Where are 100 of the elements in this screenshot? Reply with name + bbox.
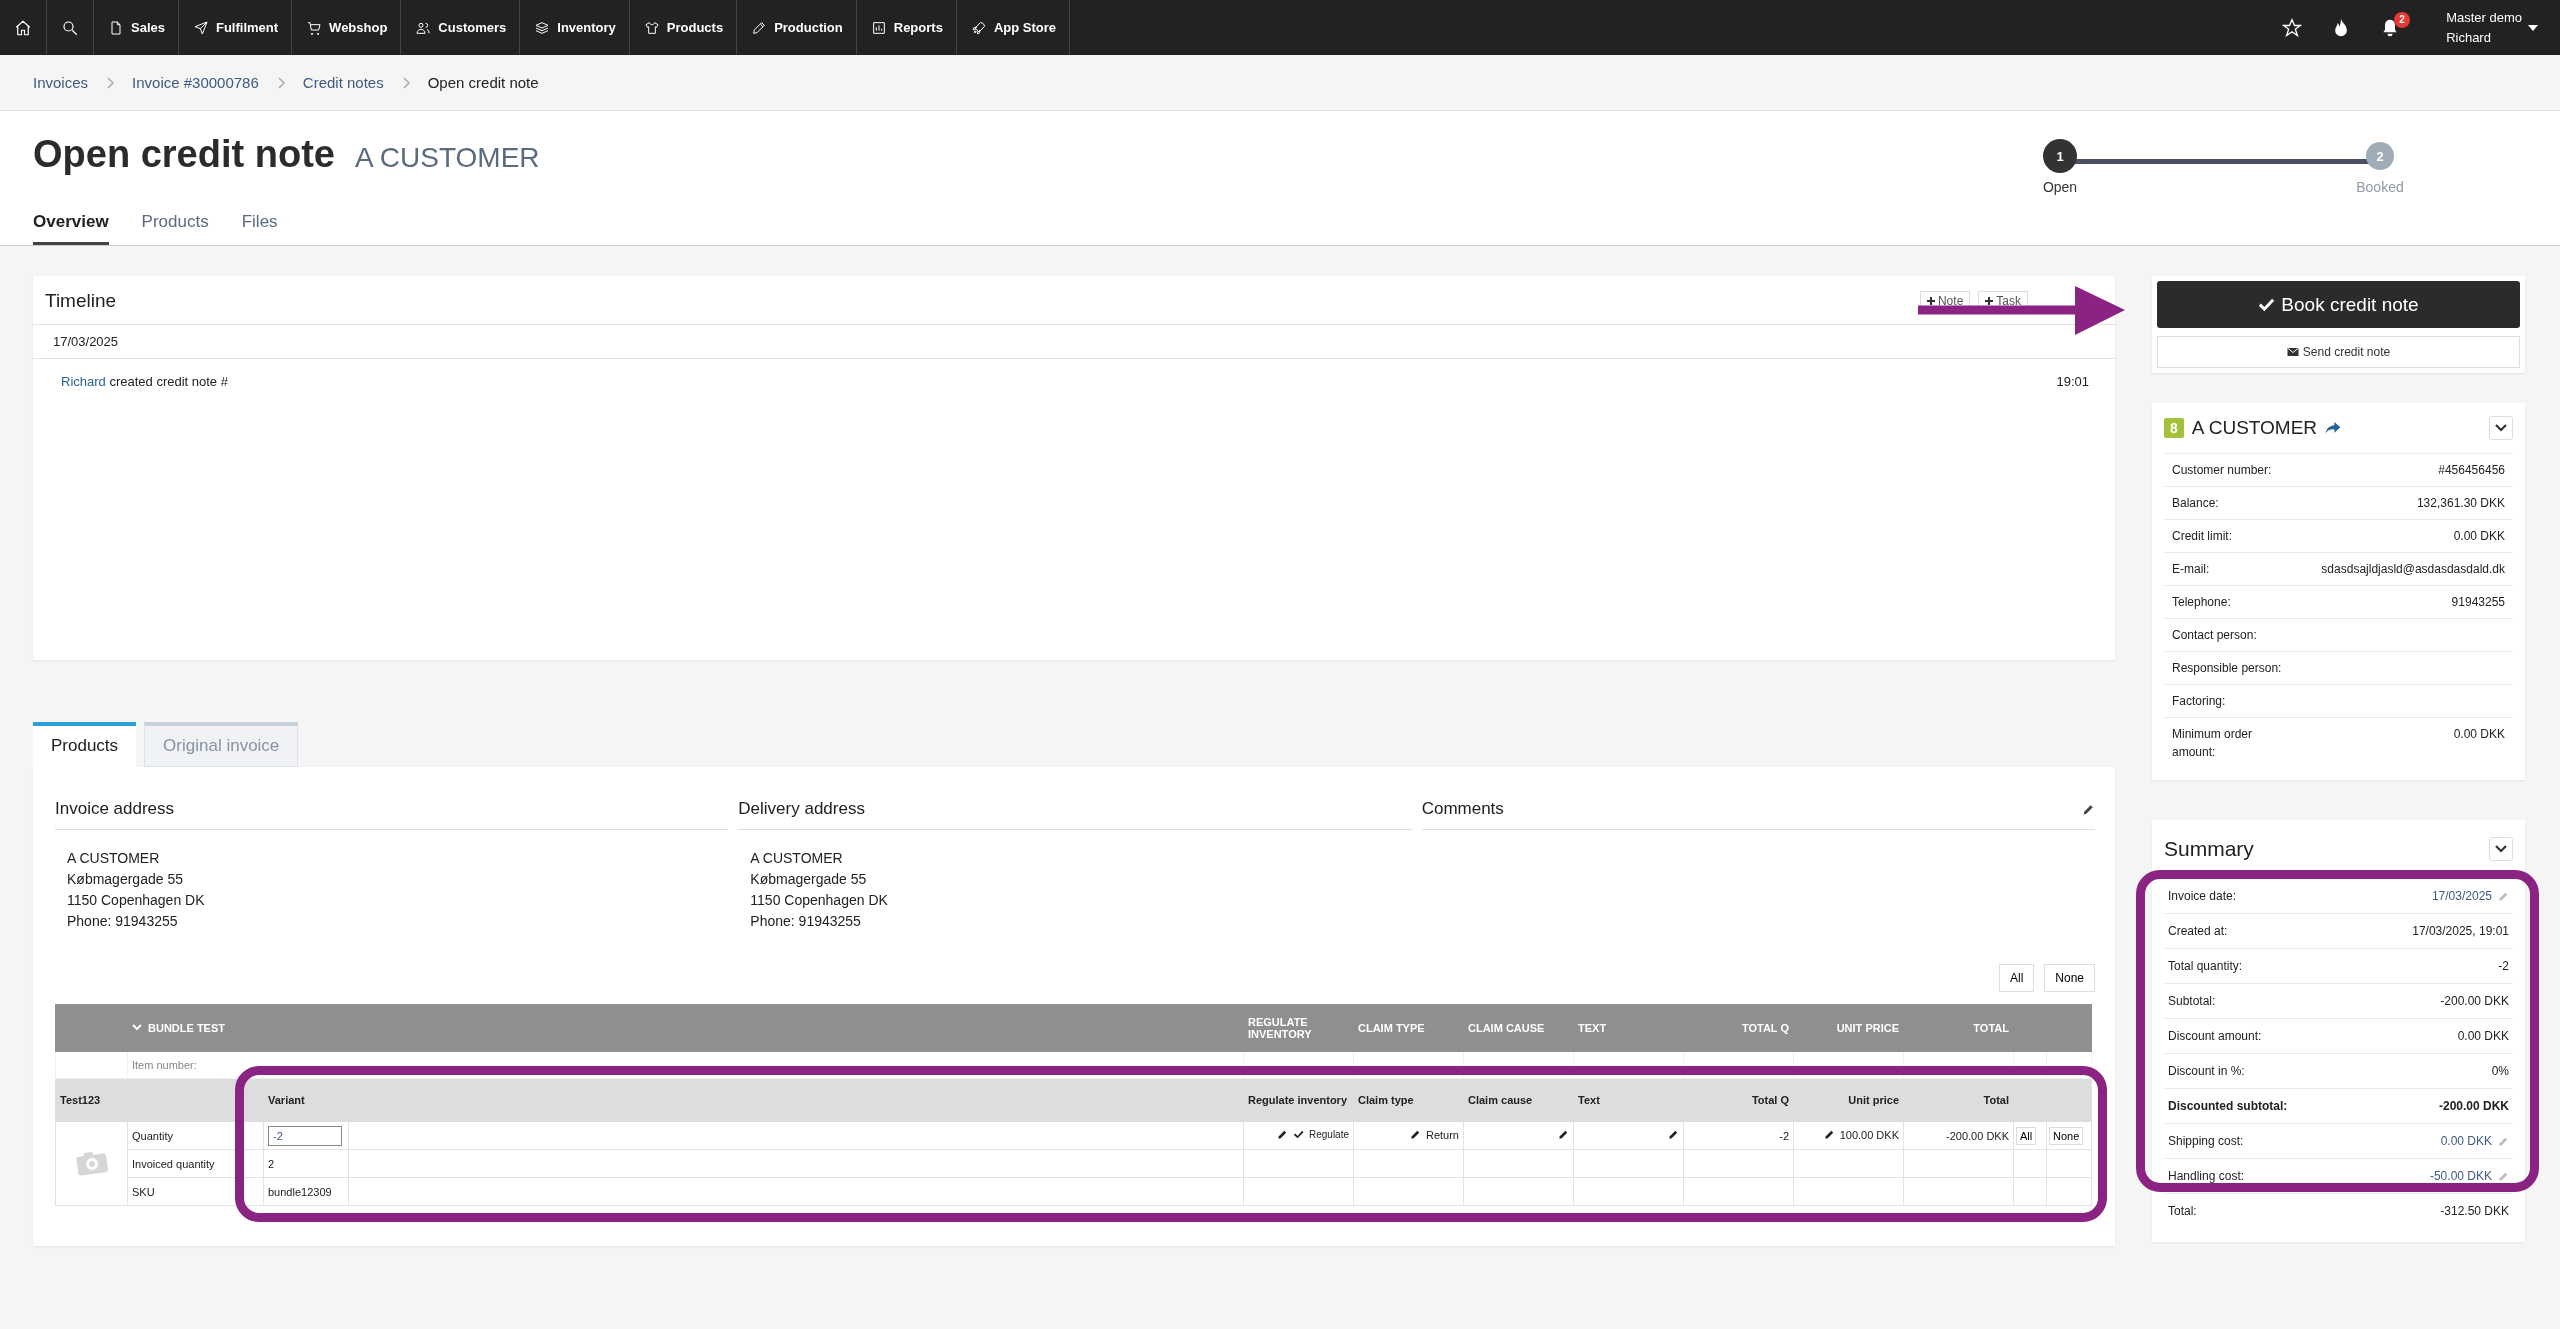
share-arrow-icon[interactable]: [2325, 421, 2342, 435]
breadcrumb-link[interactable]: Invoices: [33, 74, 89, 91]
address-heading: Invoice address: [55, 799, 175, 819]
summary-title: Summary: [2164, 837, 2254, 861]
page-tab[interactable]: Products: [141, 212, 209, 245]
field-value: 132,361.30 DKK: [2416, 495, 2505, 512]
field-value: sdasdsajldjasld@asdasdasdald.dk: [2321, 561, 2505, 578]
address-line: Købmagergade 55: [67, 870, 184, 889]
plus-icon: [1926, 297, 1935, 305]
table-cell: Return: [1425, 1128, 1459, 1141]
summary-label: Total quantity:: [2168, 958, 2243, 975]
nav-menu-item[interactable]: Production: [737, 0, 857, 55]
field-label: Contact person:: [2172, 627, 2257, 644]
check-icon: [2258, 297, 2276, 312]
customer-name: A CUSTOMER: [2191, 417, 2318, 439]
shirt-icon: [643, 19, 660, 36]
collapse-button[interactable]: [2489, 416, 2513, 440]
pencil-icon[interactable]: [1558, 1129, 1569, 1140]
bar-chart-icon: [870, 19, 887, 36]
select-button[interactable]: All: [1998, 964, 2035, 992]
page-tab[interactable]: Files: [241, 212, 278, 245]
summary-value: -200.00 DKK: [2438, 1098, 2509, 1115]
summary-label: Discount amount:: [2168, 1028, 2262, 1045]
breadcrumb-link[interactable]: Invoice #30000786: [132, 74, 259, 91]
address-line: A CUSTOMER: [67, 849, 161, 868]
address-line: Phone: 91943255: [67, 912, 179, 931]
nav-menu-item[interactable]: Products: [629, 0, 738, 55]
field-label: Balance:: [2172, 495, 2219, 512]
editable-value[interactable]: 0.00 DKK: [2440, 1132, 2492, 1150]
notification-badge: 2: [2394, 11, 2411, 28]
cart-icon: [306, 19, 323, 36]
page-title: Open credit note: [33, 133, 335, 176]
step-label: Booked: [2356, 179, 2404, 195]
row-label: Invoiced quantity: [132, 1157, 215, 1170]
select-button[interactable]: All: [2016, 1126, 2037, 1145]
item-number-label: Item number:: [132, 1059, 197, 1071]
chevron-down-icon: [2495, 845, 2507, 853]
select-button[interactable]: None: [2049, 1126, 2084, 1145]
column-header: TEXT: [1578, 1022, 1607, 1034]
user-menu[interactable]: Master demo Richard: [2446, 7, 2538, 48]
document-icon: [108, 19, 124, 36]
row-label: SKU: [132, 1185, 155, 1198]
address-heading: Delivery address: [738, 799, 865, 819]
select-button[interactable]: None: [2044, 964, 2095, 992]
send-button[interactable]: Send credit note: [2157, 336, 2520, 368]
pencil-icon: [751, 19, 768, 36]
book-button[interactable]: Book credit note: [2157, 281, 2520, 328]
camera-icon: [74, 1149, 109, 1176]
quantity-field[interactable]: -2: [268, 1125, 342, 1146]
nav-menu-item[interactable]: App Store: [956, 0, 1070, 55]
editable-value[interactable]: 17/03/2025: [2431, 887, 2492, 905]
chevron-right-icon: [276, 76, 285, 89]
chevron-right-icon: [401, 76, 410, 89]
summary-label: Handling cost:: [2168, 1168, 2245, 1185]
table-cell: -2: [1779, 1129, 1789, 1142]
column-header: Total Q: [1751, 1094, 1789, 1106]
step-circle: 1: [2043, 139, 2077, 173]
summary-label: Discount in %:: [2168, 1063, 2245, 1080]
pencil-icon[interactable]: [2082, 802, 2095, 816]
pencil-icon[interactable]: [1409, 1129, 1421, 1141]
step-label: Open: [2042, 179, 2078, 195]
chevron-right-icon: [106, 76, 115, 89]
column-header: Regulate inventory: [1248, 1094, 1348, 1106]
product-name: Test123: [60, 1094, 101, 1106]
collapse-button[interactable]: [2489, 837, 2513, 861]
chevron-down-icon: [132, 1024, 142, 1032]
summary-value: 17/03/2025, 19:01: [2412, 923, 2509, 940]
field-label: Responsible person:: [2172, 660, 2282, 677]
summary-value: -312.50 DKK: [2440, 1203, 2509, 1220]
editable-value[interactable]: -50.00 DKK: [2429, 1167, 2492, 1185]
address-line: 1150 Copenhagen DK: [750, 891, 889, 910]
field-label: E-mail:: [2172, 561, 2210, 578]
table-cell: Regulate: [1308, 1129, 1349, 1140]
field-label: Minimum order amount:: [2172, 726, 2253, 761]
field-label: Credit limit:: [2172, 528, 2232, 545]
entry-time: 19:01: [2056, 374, 2089, 389]
breadcrumb-link[interactable]: Open credit note: [427, 74, 539, 91]
field-value: 0.00 DKK: [2453, 726, 2505, 743]
column-header: TOTAL Q: [1741, 1022, 1789, 1034]
section-tab[interactable]: Products: [33, 722, 137, 767]
column-header: TOTAL: [1973, 1022, 2009, 1034]
star-icon[interactable]: [2282, 17, 2303, 38]
pencil-icon[interactable]: [1276, 1129, 1288, 1140]
nav-menu-item[interactable]: Sales: [94, 0, 179, 55]
column-header: Claim cause: [1468, 1094, 1533, 1106]
nav-menu-item[interactable]: Customers: [401, 0, 521, 55]
customer-badge: 8: [2164, 418, 2184, 438]
pencil-icon[interactable]: [1823, 1129, 1835, 1141]
table-cell: bundle12309: [268, 1185, 332, 1198]
row-label: Quantity: [132, 1129, 173, 1142]
summary-value: 0.00 DKK: [2457, 1028, 2509, 1045]
user-link[interactable]: Richard: [61, 374, 106, 389]
nav-menu-item[interactable]: Fulfilment: [179, 0, 293, 55]
pencil-icon[interactable]: [1668, 1129, 1679, 1140]
column-header: Claim type: [1358, 1094, 1414, 1106]
nav-menu-item[interactable]: Reports: [856, 0, 957, 55]
nav-menu-item[interactable]: Inventory: [520, 0, 630, 55]
page-tab[interactable]: Overview: [33, 212, 109, 245]
breadcrumb-link[interactable]: Credit notes: [302, 74, 384, 91]
nav-menu-item[interactable]: Webshop: [292, 0, 402, 55]
